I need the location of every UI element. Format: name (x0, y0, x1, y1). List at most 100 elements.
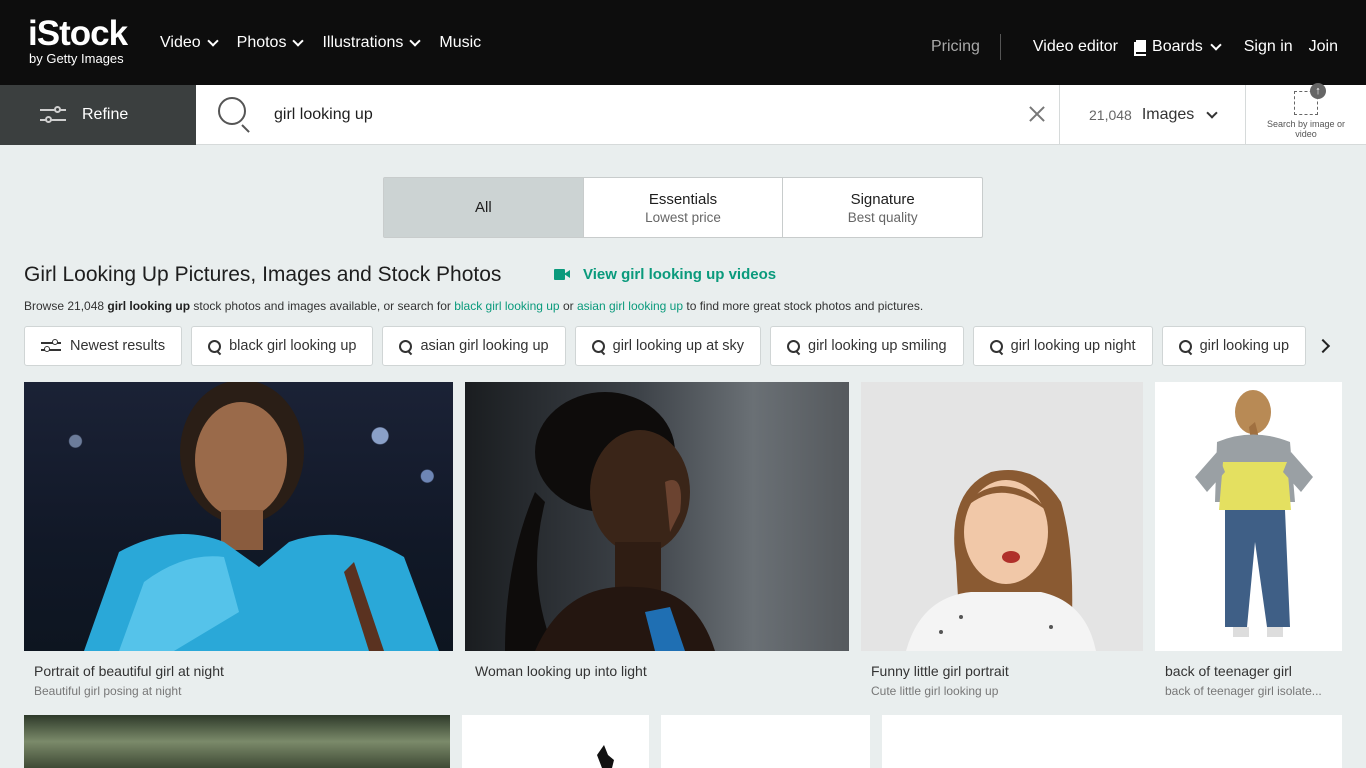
chip-label: asian girl looking up (420, 338, 549, 354)
search-by-image-button[interactable]: ↑ Search by image or video (1260, 83, 1352, 139)
chip-label: girl looking up (1199, 338, 1290, 354)
search-bar: Refine 21,048 Images ↑ Search by image o… (0, 83, 1366, 145)
main-menu: Video Photos Illustrations Music (160, 34, 481, 52)
nav-video[interactable]: Video (160, 34, 219, 52)
photo-teenager-back (1195, 390, 1313, 637)
chevron-down-icon (206, 35, 219, 47)
image-result[interactable] (24, 715, 450, 768)
search-icon (399, 340, 413, 353)
tab-subtitle: Lowest price (645, 209, 721, 225)
nav-divider (999, 34, 1001, 60)
image-result[interactable] (661, 715, 870, 768)
sign-in-link[interactable]: Sign in (1244, 38, 1293, 56)
sliders-icon (40, 106, 66, 124)
image-title: Funny little girl portrait (871, 663, 1009, 679)
image-title: Portrait of beautiful girl at night (34, 663, 224, 679)
chevron-down-icon (1206, 107, 1218, 119)
chip-related-search[interactable]: asian girl looking up (382, 326, 566, 366)
photo-woman-light (505, 392, 715, 651)
desc-term: girl looking up (107, 299, 191, 313)
divider (1245, 85, 1246, 145)
search-input[interactable] (274, 85, 1014, 145)
image-result[interactable] (462, 715, 649, 768)
desc-prefix: Browse 21,048 (24, 299, 108, 313)
tab-all[interactable]: All (384, 178, 584, 237)
chip-label: girl looking up at sky (612, 338, 744, 354)
desc-suffix: to find more great stock photos and pict… (683, 299, 924, 313)
related-searches: Newest results black girl looking up asi… (24, 326, 1312, 366)
chip-related-search[interactable]: girl looking up (1161, 326, 1307, 366)
chip-newest-results[interactable]: Newest results (24, 326, 183, 366)
boards-menu[interactable]: Boards (1134, 38, 1222, 56)
pricing-link[interactable]: Pricing (931, 38, 980, 56)
chevron-down-icon (409, 35, 422, 47)
license-tabs: All Essentials Lowest price Signature Be… (383, 177, 983, 238)
tab-signature[interactable]: Signature Best quality (783, 178, 982, 237)
account-menu: Pricing Video editor Boards Sign in Join (931, 34, 1338, 60)
search-icon (989, 340, 1003, 353)
video-camera-icon (554, 269, 570, 280)
chip-label: girl looking up smiling (808, 338, 947, 354)
image-result[interactable]: Woman looking up into light (465, 382, 849, 702)
refine-button[interactable]: Refine (0, 85, 196, 145)
search-icon[interactable] (218, 97, 252, 133)
sliders-icon (41, 339, 61, 353)
search-icon (787, 340, 800, 353)
boards-icon (1134, 40, 1147, 56)
image-result[interactable] (882, 715, 1342, 768)
clear-search-icon[interactable] (1028, 105, 1046, 123)
image-result[interactable]: Funny little girl portrait Cute little g… (861, 382, 1143, 702)
view-videos-label: View girl looking up videos (583, 266, 777, 283)
chevron-right-icon[interactable] (1318, 339, 1330, 351)
video-editor-link[interactable]: Video editor (1033, 38, 1118, 56)
results-description: Browse 21,048 girl looking up stock phot… (24, 299, 923, 313)
nav-illustrations[interactable]: Illustrations (322, 34, 422, 52)
nav-music[interactable]: Music (439, 34, 481, 52)
logo-wordmark: iStock (28, 14, 128, 53)
search-icon (591, 340, 605, 353)
image-upload-icon: ↑ (1294, 83, 1326, 115)
search-icon (1178, 340, 1192, 353)
image-subtitle: back of teenager girl isolate... (1165, 684, 1322, 698)
top-nav: iStock by Getty Images Video Photos Illu… (0, 0, 1366, 85)
result-photo (24, 382, 453, 651)
image-subtitle: Beautiful girl posing at night (34, 684, 182, 698)
chip-related-search[interactable]: black girl looking up (191, 326, 374, 366)
image-result[interactable]: Portrait of beautiful girl at night Beau… (24, 382, 453, 702)
related-link-black-girl[interactable]: black girl looking up (454, 299, 559, 313)
chip-label: Newest results (70, 338, 166, 354)
photo-woman-night (84, 382, 439, 651)
result-photo (1155, 382, 1342, 651)
search-icon (208, 340, 222, 353)
divider (1059, 85, 1060, 145)
nav-photos[interactable]: Photos (237, 34, 305, 52)
chip-related-search[interactable]: girl looking up night (972, 326, 1153, 366)
nav-video-label: Video (160, 34, 201, 51)
chip-related-search[interactable]: girl looking up at sky (574, 326, 761, 366)
nav-music-label: Music (439, 34, 482, 51)
tab-title: All (475, 199, 492, 216)
related-link-asian-girl[interactable]: asian girl looking up (577, 299, 683, 313)
image-title: Woman looking up into light (475, 663, 647, 679)
tab-title: Signature (850, 190, 915, 208)
photo-silhouette (597, 745, 614, 768)
image-result[interactable]: back of teenager girl back of teenager g… (1155, 382, 1342, 702)
result-photo (861, 382, 1143, 651)
tab-title: Essentials (648, 190, 718, 208)
istock-logo[interactable]: iStock by Getty Images (28, 14, 128, 66)
chip-related-search[interactable]: girl looking up smiling (770, 326, 964, 366)
page-title: Girl Looking Up Pictures, Images and Sto… (24, 263, 502, 286)
desc-mid: stock photos and images available, or se… (190, 299, 455, 313)
media-type-select[interactable]: 21,048 Images (1089, 85, 1218, 145)
result-count: 21,048 (1089, 107, 1132, 123)
join-link[interactable]: Join (1309, 38, 1338, 56)
tab-essentials[interactable]: Essentials Lowest price (584, 178, 784, 237)
image-title: back of teenager girl (1165, 663, 1292, 679)
image-subtitle: Cute little girl looking up (871, 684, 999, 698)
view-videos-link[interactable]: View girl looking up videos (554, 266, 776, 283)
result-photo (465, 382, 849, 651)
media-type-label: Images (1141, 106, 1195, 123)
chevron-down-icon (292, 35, 305, 47)
photo-little-girl (906, 470, 1096, 651)
chip-label: black girl looking up (229, 338, 357, 354)
